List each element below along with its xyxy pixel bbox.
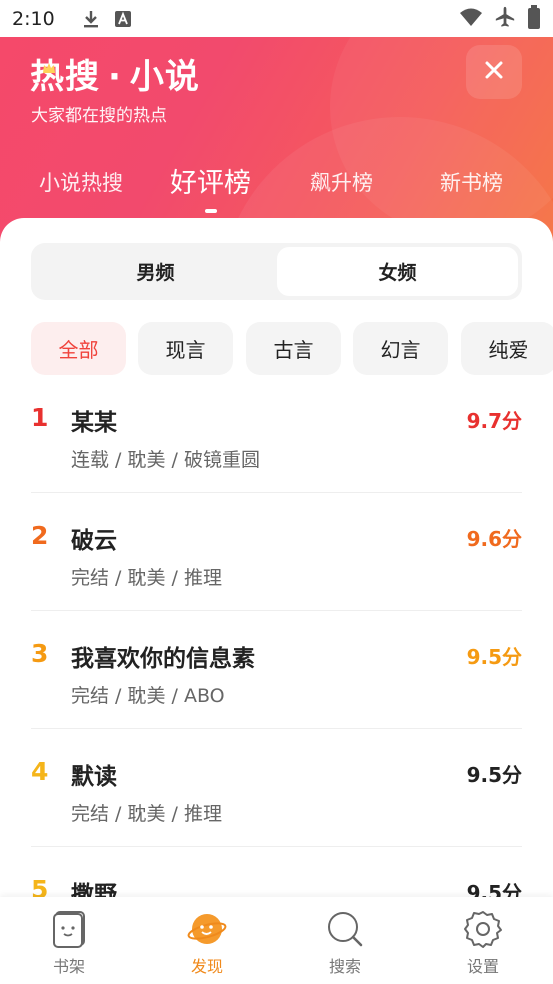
tab-rising[interactable]: 飙升榜 — [310, 167, 373, 197]
rank-number: 3 — [31, 639, 49, 668]
tab-top-rated[interactable]: 好评榜 — [170, 161, 251, 200]
page-title: 热搜 · 小说 — [30, 49, 200, 98]
nav-settings[interactable]: 设置 — [414, 897, 552, 984]
book-meta: 连载 / 耽美 / 破镜重圆 — [71, 449, 260, 471]
nav-bookshelf[interactable]: 书架 — [0, 897, 138, 984]
settings-gear-icon — [463, 909, 503, 949]
gender-segmented-control: 男频 女频 — [31, 243, 522, 300]
chip-ancient-romance[interactable]: 古言 — [246, 322, 341, 375]
status-time: 2:10 — [12, 7, 55, 30]
book-meta: 完结 / 耽美 / 推理 — [71, 803, 222, 825]
close-button[interactable] — [466, 45, 522, 99]
nav-label-settings: 设置 — [466, 957, 499, 976]
book-score: 9.5分 — [466, 763, 522, 787]
book-title: 破云 — [71, 528, 117, 554]
nav-label-bookshelf: 书架 — [52, 957, 85, 976]
book-score: 9.7分 — [466, 409, 522, 433]
list-item[interactable]: 1 某某 连载 / 耽美 / 破镜重圆 9.7分 — [31, 375, 522, 493]
rank-number: 2 — [31, 521, 49, 550]
book-meta: 完结 / 耽美 / ABO — [71, 685, 225, 707]
rank-number: 4 — [31, 757, 49, 786]
a-icon — [113, 9, 133, 29]
header-banner: 热搜 · 小说 大家都在搜的热点 小说热搜 好评榜 飙升榜 新书榜 — [0, 37, 553, 247]
segment-female[interactable]: 女频 — [277, 247, 518, 296]
search-icon — [325, 909, 365, 949]
chip-fantasy-romance[interactable]: 幻言 — [353, 322, 448, 375]
nav-search[interactable]: 搜索 — [276, 897, 414, 984]
chip-modern-romance[interactable]: 现言 — [138, 322, 233, 375]
page-subtitle: 大家都在搜的热点 — [31, 106, 167, 126]
bookshelf-icon — [49, 909, 89, 949]
nav-label-search: 搜索 — [328, 957, 361, 976]
ranking-tabs: 小说热搜 好评榜 飙升榜 新书榜 — [0, 157, 553, 217]
wifi-icon — [459, 7, 483, 31]
segment-male[interactable]: 男频 — [35, 247, 276, 296]
book-score: 9.6分 — [466, 527, 522, 551]
book-meta: 完结 / 耽美 / 推理 — [71, 567, 222, 589]
crown-icon — [42, 43, 56, 73]
book-title: 某某 — [71, 410, 117, 436]
book-title: 默读 — [71, 764, 117, 790]
chip-pure-love[interactable]: 纯爱 — [461, 322, 553, 375]
tab-indicator — [205, 209, 217, 213]
bottom-navigation: 书架 发现 搜索 设置 — [0, 897, 553, 984]
book-title: 我喜欢你的信息素 — [71, 646, 255, 672]
tab-new-books[interactable]: 新书榜 — [440, 167, 503, 197]
list-item[interactable]: 4 默读 完结 / 耽美 / 推理 9.5分 — [31, 729, 522, 847]
tab-hot-search[interactable]: 小说热搜 — [39, 167, 123, 197]
list-item[interactable]: 3 我喜欢你的信息素 完结 / 耽美 / ABO 9.5分 — [31, 611, 522, 729]
status-bar: 2:10 — [0, 0, 553, 37]
content-sheet: 男频 女频 全部 现言 古言 幻言 纯爱 1 某某 连载 / 耽美 / 破镜重圆… — [0, 218, 553, 908]
airplane-icon — [493, 6, 517, 32]
category-chips: 全部 现言 古言 幻言 纯爱 — [31, 322, 553, 375]
book-score: 9.5分 — [466, 645, 522, 669]
title-novel: 小说 — [129, 57, 200, 97]
battery-icon — [527, 4, 541, 33]
close-icon — [484, 60, 504, 84]
title-dot: · — [108, 57, 122, 97]
rank-number: 1 — [31, 403, 49, 432]
status-right-icons — [459, 4, 541, 33]
download-icon — [81, 9, 101, 29]
nav-discover[interactable]: 发现 — [138, 897, 276, 984]
discover-planet-icon — [187, 909, 227, 949]
nav-label-discover: 发现 — [190, 957, 223, 976]
list-item[interactable]: 2 破云 完结 / 耽美 / 推理 9.6分 — [31, 493, 522, 611]
title-hot-search: 热搜 — [30, 57, 100, 97]
chip-all[interactable]: 全部 — [31, 322, 126, 375]
